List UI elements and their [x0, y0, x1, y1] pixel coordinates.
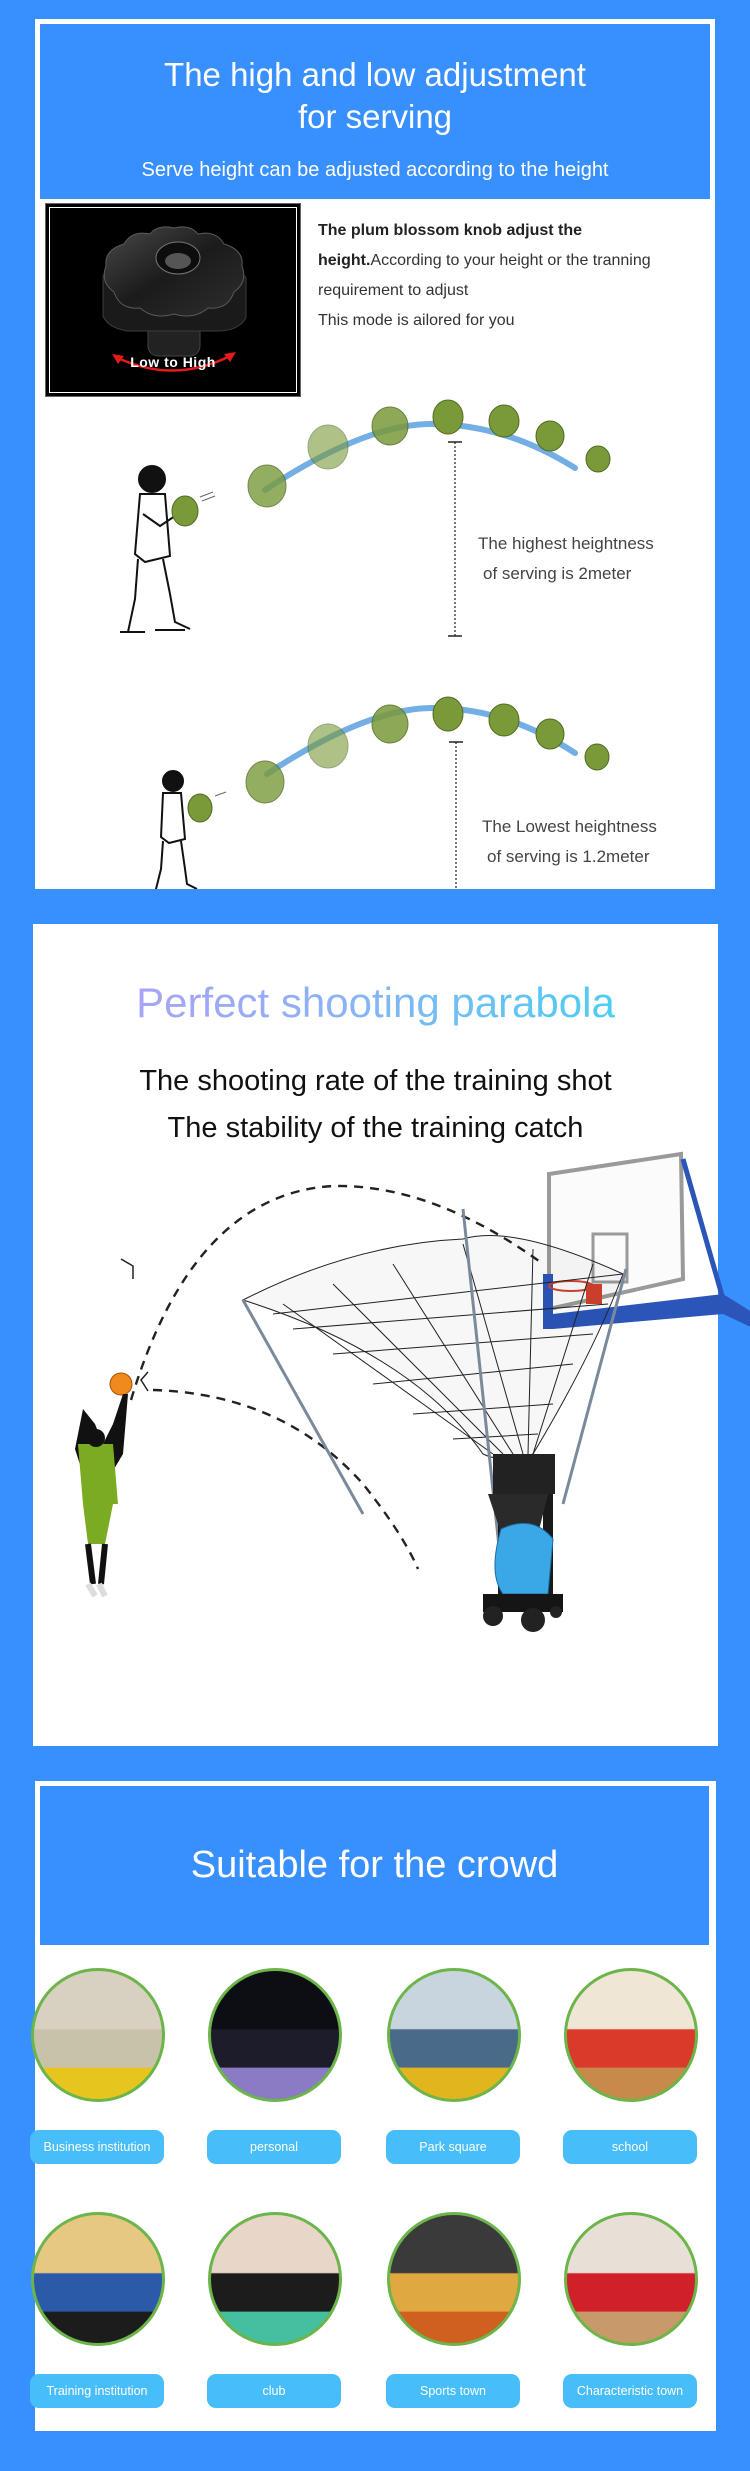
- highest-height-line1: The highest heightness: [478, 534, 654, 553]
- serving-title-line2: for serving: [297, 98, 453, 135]
- serving-title: The high and low adjustment for serving: [40, 54, 710, 138]
- highest-height-label: The highest heightness of serving is 2me…: [478, 529, 654, 589]
- arrow-markers: [120, 1258, 149, 1392]
- crowd-item: Park square: [386, 1968, 521, 2164]
- knob-description: The plum blossom knob adjust the height.…: [318, 216, 658, 336]
- crowd-label-badge[interactable]: Sports town: [386, 2374, 520, 2408]
- shooting-parabola-panel: Perfect shooting parabola The shooting r…: [33, 924, 750, 1746]
- lowest-height-label: The Lowest heightness of serving is 1.2m…: [482, 812, 657, 872]
- shooting-machine: [483, 1454, 563, 1632]
- crowd-item: Sports town: [386, 2212, 521, 2408]
- crowd-photo: [31, 2212, 165, 2346]
- player-figure-high: [120, 465, 191, 633]
- crowd-title: Suitable for the crowd: [190, 1844, 559, 1886]
- parabola-line2: The stability of the training catch: [167, 1112, 584, 1144]
- lowest-height-line2: of serving is 1.2meter: [487, 847, 650, 866]
- crowd-label-badge[interactable]: personal: [207, 2130, 341, 2164]
- crowd-photo: [564, 2212, 698, 2346]
- knob-image: Low to High: [46, 204, 300, 396]
- parabola-title: Perfect shooting parabola: [33, 976, 718, 1030]
- lowest-height-line1: The Lowest heightness: [482, 817, 657, 836]
- serving-title-line1: The high and low adjustment: [164, 56, 586, 93]
- crowd-label-badge[interactable]: Park square: [386, 2130, 520, 2164]
- player-figure-low: [154, 770, 198, 889]
- highest-height-line2: of serving is 2meter: [483, 564, 632, 583]
- crowd-item: club: [207, 2212, 342, 2408]
- shooting-illustration: [75, 1151, 750, 1632]
- crowd-item: Business institution: [30, 1968, 165, 2164]
- crowd-header: Suitable for the crowd: [40, 1786, 709, 1945]
- crowd-item: personal: [207, 1968, 342, 2164]
- suitable-crowd-panel: Suitable for the crowd Business institut…: [30, 1781, 716, 2431]
- crowd-photo: [564, 1968, 698, 2102]
- catch-net: [241, 1208, 628, 1585]
- crowd-label-badge[interactable]: club: [207, 2374, 341, 2408]
- knob-description-line3: This mode is ailored for you: [318, 312, 515, 329]
- crowd-label-badge[interactable]: school: [563, 2130, 697, 2164]
- crowd-label-badge[interactable]: Training institution: [30, 2374, 164, 2408]
- crowd-photo: [387, 2212, 521, 2346]
- serving-subtitle: Serve height can be adjusted according t…: [141, 159, 609, 181]
- crowd-photo: [31, 1968, 165, 2102]
- serving-height-panel: The high and low adjustment for serving …: [35, 19, 715, 889]
- knob-label: Low to High: [130, 354, 216, 370]
- crowd-item: school: [563, 1968, 698, 2164]
- crowd-label-badge[interactable]: Characteristic town: [563, 2374, 697, 2408]
- crowd-photo: [208, 2212, 342, 2346]
- crowd-photo: [208, 1968, 342, 2102]
- parabola-line1: The shooting rate of the training shot: [139, 1065, 612, 1097]
- crowd-item: Characteristic town: [563, 2212, 698, 2408]
- serving-header: The high and low adjustment for serving …: [40, 24, 710, 199]
- high-serve-illustration: [120, 399, 611, 637]
- crowd-photo: [387, 1968, 521, 2102]
- shooter-silhouette: [75, 1372, 133, 1598]
- crowd-item: Training institution: [30, 2212, 165, 2408]
- return-trajectory: [152, 1388, 420, 1570]
- crowd-label-badge[interactable]: Business institution: [30, 2130, 164, 2164]
